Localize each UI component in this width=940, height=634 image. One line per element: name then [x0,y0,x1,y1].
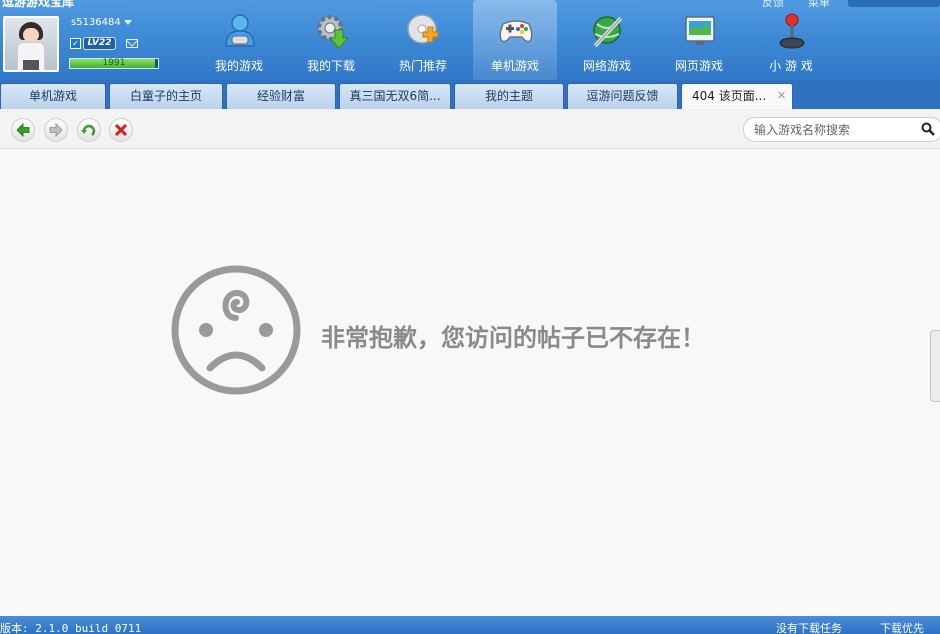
forward-button[interactable] [44,118,68,142]
tab-feedback[interactable]: 逗游问题反馈 [567,83,678,109]
nav-label: 我的游戏 [214,59,263,73]
disc-plus-icon [407,14,439,44]
tab-label: 404 该页面... [692,89,767,103]
nav-single-games[interactable]: 单机游戏 [473,0,557,80]
sad-face-icon [171,265,301,395]
back-button[interactable] [11,118,35,142]
version-text: 版本: 2.1.0 build 0711 [0,622,142,634]
mail-icon[interactable] [126,39,138,48]
nav-label: 网页游戏 [674,59,723,73]
download-gear-icon [317,15,350,49]
back-icon [16,123,30,137]
exp-value: 1991 [102,58,126,68]
nav-my-downloads[interactable]: 我的下载 [289,0,373,80]
username[interactable]: s5136484 [71,17,121,28]
app-header: 逗游游戏宝库 反馈 菜单 s5136484 ✓ LV22 1991 我的游戏 我… [0,0,940,80]
avatar[interactable] [3,16,59,72]
nav-online-games[interactable]: 网络游戏 [565,0,649,80]
my-games-icon [225,14,255,47]
page-content: 非常抱歉，您访问的帖子已不存在！ [0,150,940,616]
tab-my-topics[interactable]: 我的主题 [454,83,564,109]
status-bar: 版本: 2.1.0 build 0711 没有下载任务 下载优先 [0,616,940,634]
tab-404[interactable]: 404 该页面... ✕ [681,83,793,109]
globe-sword-icon [593,16,623,48]
tab-baitongzi-home[interactable]: 白童子的主页 [109,83,223,109]
tab-label: 我的主题 [484,89,533,103]
tab-label: 逗游问题反馈 [586,89,659,103]
nav-hot-recommend[interactable]: 热门推荐 [381,0,465,80]
refresh-icon [81,124,96,137]
nav-label: 小 游 戏 [769,59,813,73]
close-icon[interactable]: ✕ [777,90,787,101]
web-screen-icon [685,16,715,45]
tab-label: 真三国无双6简... [349,89,441,103]
nav-my-games[interactable]: 我的游戏 [197,0,281,80]
download-priority-toggle[interactable]: 下载优先 [880,620,924,634]
nav-web-games[interactable]: 网页游戏 [657,0,741,80]
search-box[interactable] [743,117,940,142]
exp-progress-bar: 1991 [69,58,159,69]
user-dropdown-icon[interactable] [124,20,132,25]
tab-experience[interactable]: 经验财富 [226,83,336,109]
stop-button[interactable] [109,118,133,142]
tab-label: 单机游戏 [28,89,77,103]
window-controls[interactable] [848,0,940,7]
download-status[interactable]: 没有下载任务 [776,620,842,634]
joystick-icon [779,13,805,49]
nav-mini-games[interactable]: 小 游 戏 [749,0,833,80]
forward-icon [49,123,63,137]
tab-dynasty-warriors[interactable]: 真三国无双6简... [339,83,451,109]
stop-icon [114,123,128,137]
app-title: 逗游游戏宝库 [2,0,75,9]
nav-label: 单机游戏 [490,59,539,73]
nav-label: 我的下载 [306,59,355,73]
tab-label: 经验财富 [256,89,305,103]
browser-toolbar [0,109,940,149]
error-message: 非常抱歉，您访问的帖子已不存在！ [321,324,705,352]
search-input[interactable] [754,121,914,139]
gamepad-icon [499,20,533,43]
tab-bar: 单机游戏 白童子的主页 经验财富 真三国无双6简... 我的主题 逗游问题反馈 … [0,80,940,109]
nav-label: 网络游戏 [582,59,631,73]
scrollbar-thumb[interactable] [930,330,940,402]
tab-single-games[interactable]: 单机游戏 [0,83,106,109]
tab-label: 白童子的主页 [129,89,202,103]
refresh-button[interactable] [77,118,101,142]
verified-badge-icon: ✓ [70,38,81,49]
level-badge: LV22 [83,37,116,50]
nav-label: 热门推荐 [398,59,447,73]
search-icon[interactable] [921,122,935,136]
